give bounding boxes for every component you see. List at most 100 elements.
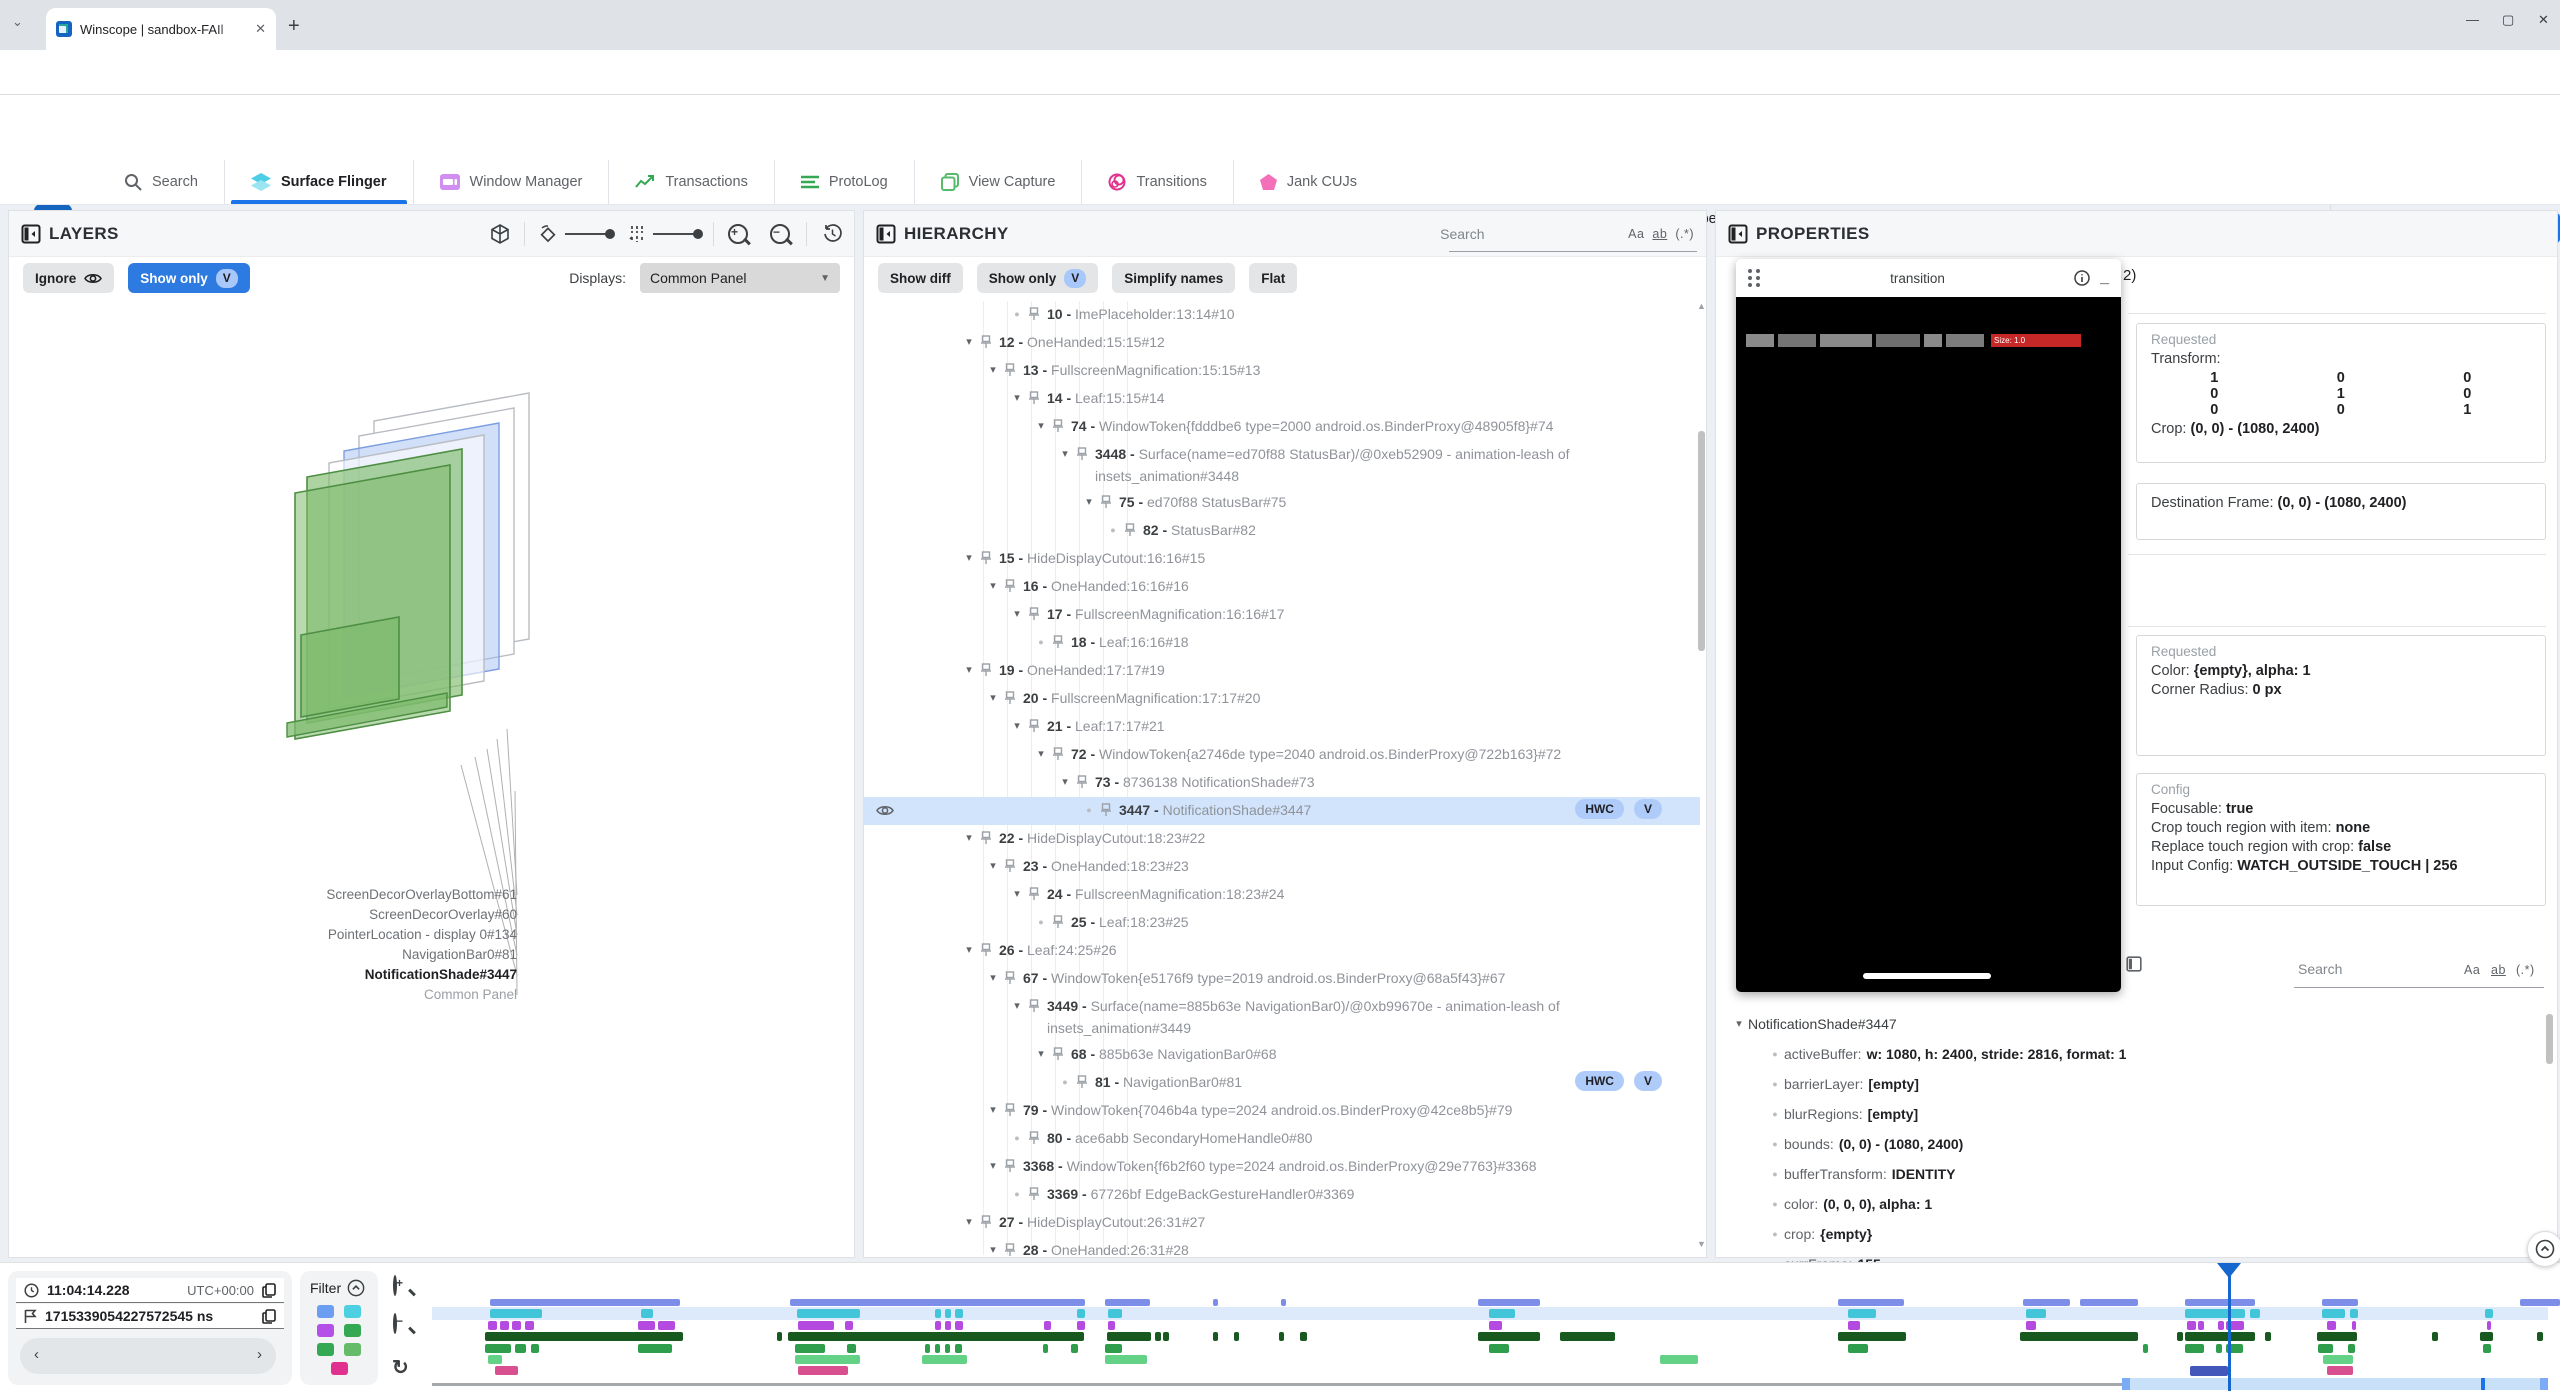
- trace-block-transitions[interactable]: [798, 1366, 848, 1375]
- pin-icon[interactable]: [1002, 967, 1023, 991]
- tree-node-79[interactable]: ▾79 - WindowToken{7046b4a type=2024 andr…: [864, 1097, 1700, 1125]
- trace-block-screen-recording[interactable]: [1281, 1299, 1286, 1306]
- zoom-out-icon[interactable]: −: [770, 224, 790, 244]
- expand-arrow-icon[interactable]: ▾: [1032, 1043, 1050, 1065]
- tree-node-3447[interactable]: ●3447 - NotificationShade#3447HWCV: [864, 797, 1700, 825]
- tree-node-22[interactable]: ▾22 - HideDisplayCutout:18:23#22: [864, 825, 1700, 853]
- trace-block-window-manager[interactable]: [798, 1321, 834, 1330]
- tree-node-80[interactable]: ●80 - ace6abb SecondaryHomeHandle0#80: [864, 1125, 1700, 1153]
- pin-icon[interactable]: [1002, 359, 1023, 383]
- tab-jank-cujs[interactable]: Jank CUJs: [1233, 160, 1383, 204]
- trace-block-protolog[interactable]: [935, 1344, 940, 1353]
- expand-arrow-icon[interactable]: ▾: [984, 687, 1002, 709]
- pin-icon[interactable]: [1098, 799, 1119, 823]
- trace-block-transactions[interactable]: [1478, 1332, 1540, 1341]
- tree-node-20[interactable]: ▾20 - FullscreenMagnification:17:17#20: [864, 685, 1700, 713]
- timeline-cursor-handle[interactable]: [2217, 1263, 2241, 1278]
- trace-block-protolog[interactable]: [945, 1344, 950, 1353]
- tab-protolog[interactable]: ProtoLog: [774, 160, 914, 204]
- visibility-icon[interactable]: [876, 801, 894, 823]
- zoom-in-icon[interactable]: +: [728, 224, 748, 244]
- pin-icon[interactable]: [1050, 911, 1071, 935]
- trace-block-surface-flinger[interactable]: [1108, 1309, 1122, 1318]
- pin-icon[interactable]: [1074, 1071, 1095, 1095]
- browser-tab[interactable]: Winscope | sandbox-FAIl ✕: [46, 8, 276, 50]
- trace-block-surface-flinger[interactable]: [955, 1309, 963, 1318]
- trace-block-screen-recording[interactable]: [790, 1299, 1085, 1306]
- trace-block-transactions[interactable]: [2265, 1332, 2271, 1341]
- expand-arrow-icon[interactable]: ▾: [1008, 715, 1026, 737]
- zoom-window-right-handle[interactable]: [2540, 1378, 2548, 1390]
- layer-label[interactable]: ScreenDecorOverlay#60: [139, 907, 517, 922]
- window-close-icon[interactable]: ✕: [2538, 12, 2549, 28]
- pin-icon[interactable]: [1026, 1127, 1047, 1151]
- 3d-view-icon[interactable]: [490, 224, 510, 244]
- pin-icon[interactable]: [1074, 771, 1095, 795]
- tree-node-15[interactable]: ▾15 - HideDisplayCutout:16:16#15: [864, 545, 1700, 573]
- trace-block-window-manager[interactable]: [525, 1321, 534, 1330]
- pin-icon[interactable]: [1026, 995, 1047, 1019]
- new-tab-button[interactable]: +: [288, 16, 300, 36]
- tree-node-12[interactable]: ▾12 - OneHanded:15:15#12: [864, 329, 1700, 357]
- trace-block-transactions[interactable]: [1279, 1332, 1284, 1341]
- trace-block-surface-flinger[interactable]: [1848, 1309, 1876, 1318]
- expand-arrow-icon[interactable]: ▾: [984, 1155, 1002, 1177]
- expand-arrow-icon[interactable]: ▾: [1032, 415, 1050, 437]
- property-item[interactable]: ●barrierLayer:[empty]: [1766, 1071, 2543, 1101]
- collapse-panel-icon[interactable]: [876, 224, 896, 244]
- pin-icon[interactable]: [1026, 387, 1047, 411]
- expand-arrow-icon[interactable]: ▾: [960, 331, 978, 353]
- pin-icon[interactable]: [1122, 519, 1143, 543]
- tree-node-18[interactable]: ●18 - Leaf:16:16#18: [864, 629, 1700, 657]
- trace-block-view-capture[interactable]: [1105, 1355, 1147, 1364]
- trace-block-view-capture[interactable]: [795, 1355, 860, 1364]
- tree-node-14[interactable]: ▾14 - Leaf:15:15#14: [864, 385, 1700, 413]
- pin-icon[interactable]: [1002, 575, 1023, 599]
- trace-block-protolog[interactable]: [1043, 1344, 1048, 1353]
- expand-arrow-icon[interactable]: ▾: [960, 939, 978, 961]
- trace-block-view-capture[interactable]: [2323, 1355, 2353, 1364]
- tree-node-72[interactable]: ▾72 - WindowToken{a2746de type=2040 andr…: [864, 741, 1700, 769]
- scroll-to-top-fab[interactable]: [2527, 1231, 2560, 1267]
- expand-arrow-icon[interactable]: ▾: [1008, 603, 1026, 625]
- trace-block-window-manager[interactable]: [945, 1321, 951, 1330]
- tab-search-chevron-icon[interactable]: ⌄: [12, 14, 23, 30]
- trace-block-transactions[interactable]: [2537, 1332, 2543, 1341]
- pin-icon[interactable]: [978, 1211, 999, 1235]
- window-minimize-icon[interactable]: —: [2466, 12, 2479, 27]
- pin-icon[interactable]: [978, 331, 999, 355]
- tree-node-73[interactable]: ▾73 - 8736138 NotificationShade#73: [864, 769, 1700, 797]
- trace-block-protolog[interactable]: [638, 1344, 672, 1353]
- chip-show-diff[interactable]: Show diff: [878, 263, 963, 293]
- trace-block-protolog[interactable]: [515, 1344, 526, 1353]
- trace-block-transactions[interactable]: [1300, 1332, 1307, 1341]
- trace-block-protolog[interactable]: [1489, 1344, 1509, 1353]
- trace-block-transactions[interactable]: [2185, 1332, 2255, 1341]
- tab-transitions[interactable]: Transitions: [1081, 160, 1232, 204]
- trace-block-transactions[interactable]: [2432, 1332, 2438, 1341]
- layer-label[interactable]: NavigationBar0#81: [139, 947, 517, 962]
- collapse-panel-icon[interactable]: [1728, 224, 1748, 244]
- expand-arrow-icon[interactable]: ▾: [984, 855, 1002, 877]
- trace-block-surface-flinger[interactable]: [945, 1309, 951, 1318]
- trace-block-surface-flinger[interactable]: [2250, 1309, 2260, 1318]
- trace-block-protolog[interactable]: [2216, 1344, 2222, 1353]
- trace-block-screen-recording[interactable]: [2322, 1299, 2358, 1306]
- trace-block-protolog[interactable]: [955, 1344, 962, 1353]
- trace-block-surface-flinger[interactable]: [2185, 1309, 2245, 1318]
- trace-block-view-capture[interactable]: [488, 1355, 502, 1364]
- expand-arrow-icon[interactable]: ▾: [984, 575, 1002, 597]
- trace-block-protolog[interactable]: [2185, 1344, 2204, 1353]
- match-word-icon[interactable]: ab: [2491, 963, 2506, 977]
- pin-icon[interactable]: [978, 547, 999, 571]
- scroll-down-arrow[interactable]: ▼: [1697, 1239, 1706, 1249]
- trace-block-protolog[interactable]: [531, 1344, 539, 1353]
- trace-block-surface-flinger[interactable]: [797, 1309, 860, 1318]
- trace-block-surface-flinger[interactable]: [2322, 1309, 2345, 1318]
- transition-overlay-card[interactable]: transition _ Size: 1.0: [1736, 259, 2121, 992]
- expand-arrow-icon[interactable]: ▾: [960, 827, 978, 849]
- pin-icon[interactable]: [1098, 491, 1119, 515]
- zoom-strip-window[interactable]: [2122, 1378, 2548, 1390]
- tree-node-82[interactable]: ●82 - StatusBar#82: [864, 517, 1700, 545]
- regex-icon[interactable]: (.*): [1675, 227, 1694, 241]
